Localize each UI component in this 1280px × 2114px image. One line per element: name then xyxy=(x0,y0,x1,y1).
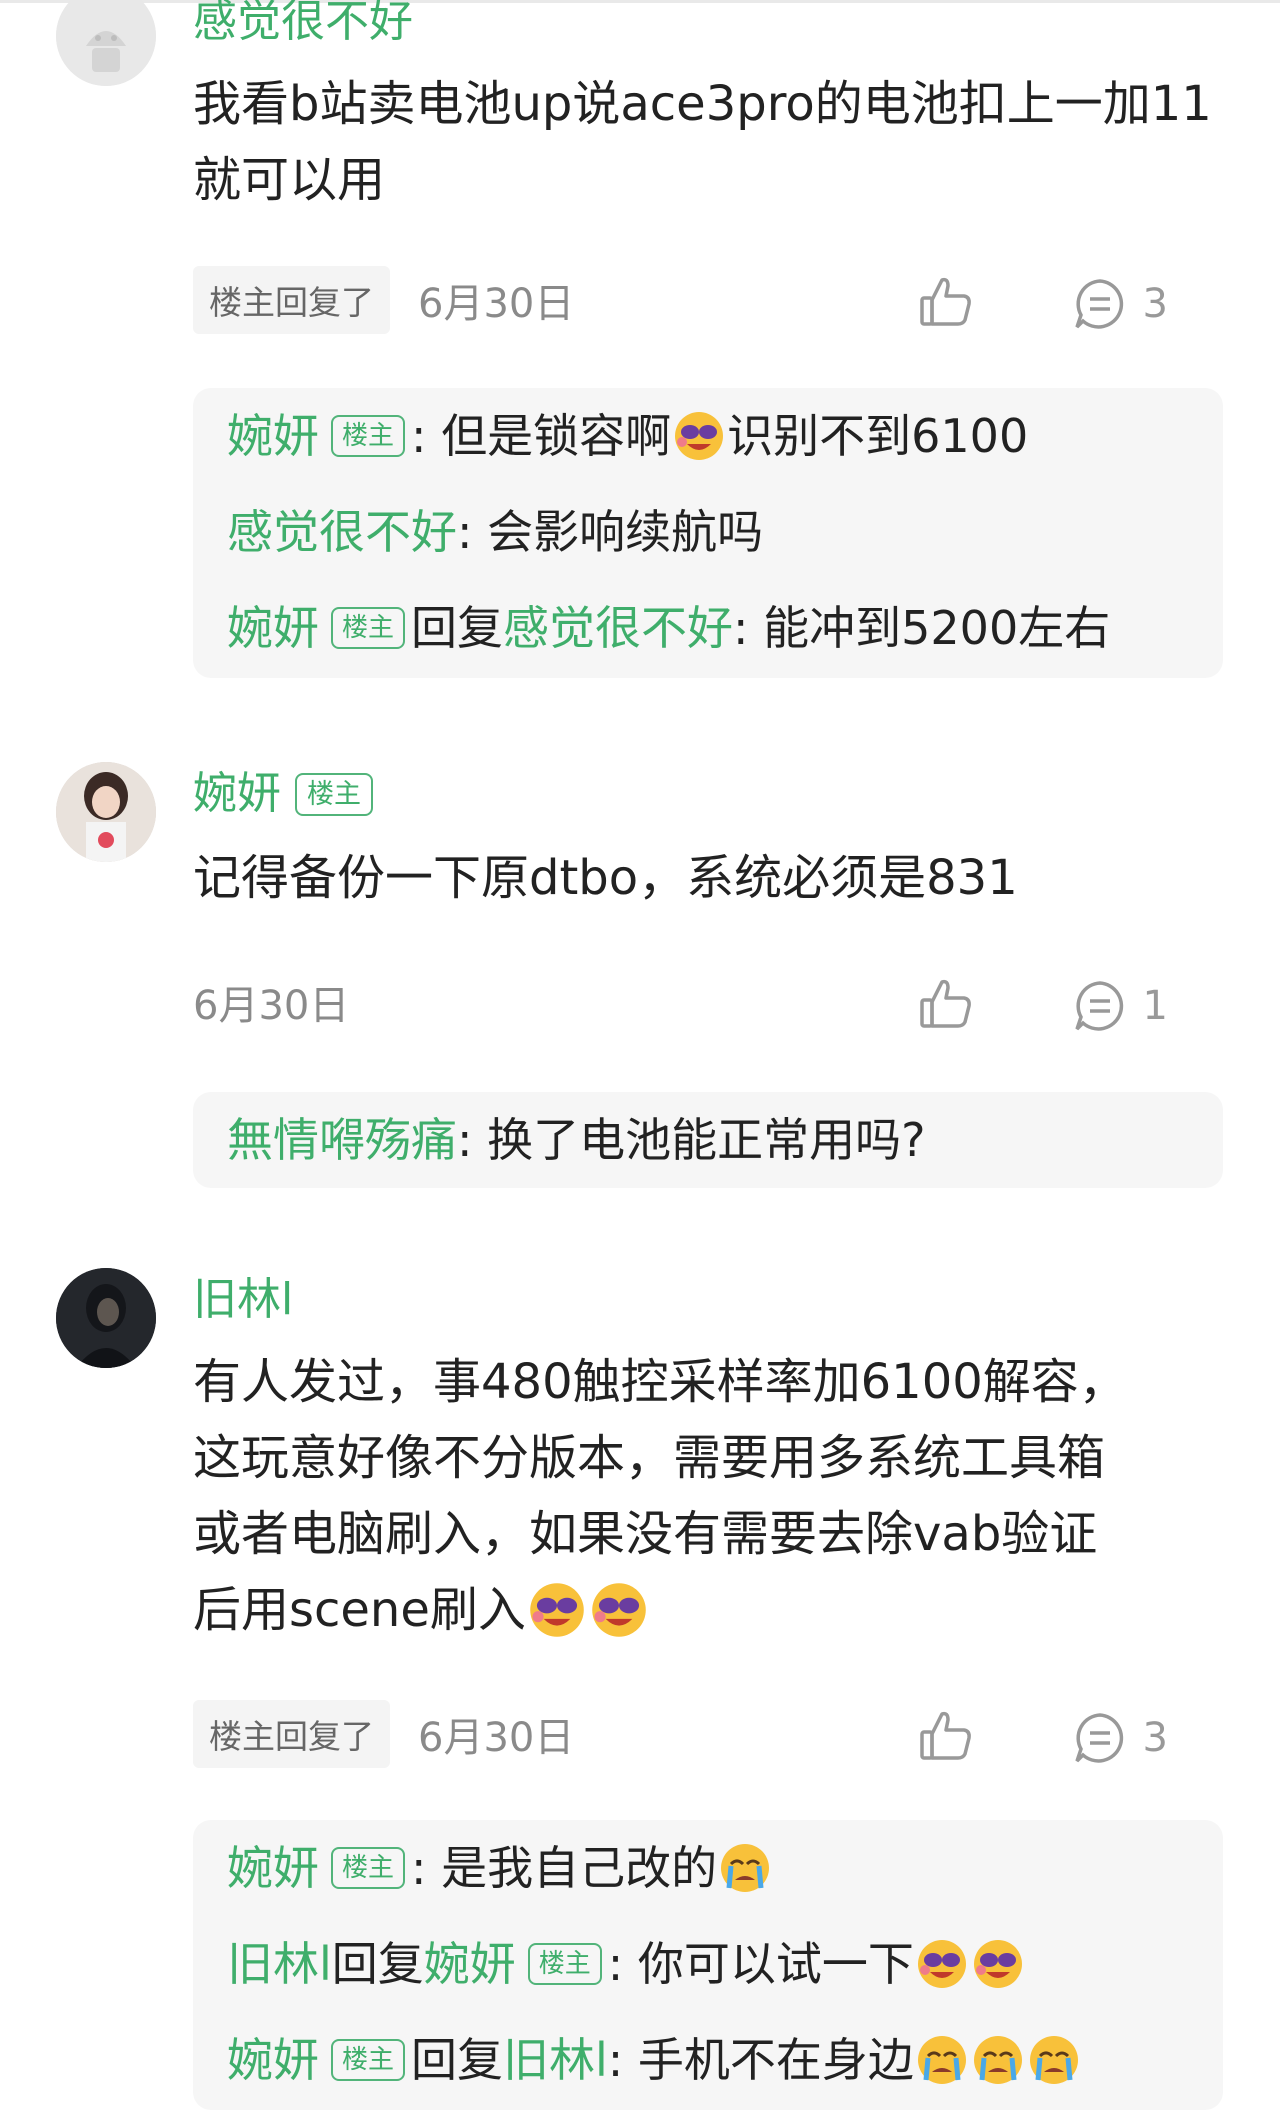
comment-date: 6月30日 xyxy=(418,281,575,327)
laughing-emoji xyxy=(973,1940,1022,1988)
reply-text: 手机不在身边 xyxy=(637,2033,914,2087)
comment-icon xyxy=(1074,1713,1123,1763)
user-avatar[interactable] xyxy=(56,1268,156,1368)
username-text[interactable]: 婉妍 xyxy=(193,772,281,816)
reply-username[interactable]: 感觉很不好 xyxy=(227,502,457,562)
op-badge: 楼主 xyxy=(295,772,373,816)
reply-target-username[interactable]: 婉妍 xyxy=(424,1934,516,1994)
comment-date: 6月30日 xyxy=(418,1715,575,1761)
comment-username[interactable]: 婉妍 楼主 xyxy=(193,772,373,816)
reply-username[interactable]: 無情嘚殇痛 xyxy=(227,1110,457,1170)
comment-text-line-content: 后用scene刷入 xyxy=(193,1582,526,1638)
default-avatar[interactable] xyxy=(56,0,156,86)
comment-text-line: 这玩意好像不分版本，需要用多系统工具箱 xyxy=(193,1430,1106,1486)
reply-item[interactable]: 無情嘚殇痛 : 换了电池能正常用吗? xyxy=(227,1110,1203,1170)
op-badge: 楼主 xyxy=(331,415,406,457)
thumb-up-icon[interactable] xyxy=(918,274,974,330)
reply-username[interactable]: 婉妍 xyxy=(227,1838,319,1898)
comment-text: 记得备份一下原dtbo，系统必须是831 xyxy=(193,850,1018,906)
comment-icon xyxy=(1074,981,1123,1031)
reply-text: 是我自己改的 xyxy=(441,1841,718,1895)
reply-text-after: 识别不到6100 xyxy=(727,409,1029,463)
reply-list: 婉妍 楼主 : 是我自己改的 旧林l 回复 婉妍 楼主 : 你可以试一下 婉妍 … xyxy=(193,1820,1223,2110)
op-badge: 楼主 xyxy=(331,607,406,649)
reply-target-username[interactable]: 感觉很不好 xyxy=(503,598,733,658)
reply-username[interactable]: 婉妍 xyxy=(227,2030,319,2090)
reply-count-button[interactable]: 3 xyxy=(1073,276,1168,332)
reply-count: 3 xyxy=(1142,1715,1168,1761)
reply-username[interactable]: 婉妍 xyxy=(227,406,319,466)
comment-icon xyxy=(1074,279,1123,329)
comment-meta: 楼主回复了 6月30日 3 xyxy=(193,266,1224,334)
user-avatar[interactable] xyxy=(56,762,156,862)
reply-list: 無情嘚殇痛 : 换了电池能正常用吗? xyxy=(193,1092,1223,1188)
laughing-emoji xyxy=(917,1940,966,1988)
reply-word: 回复 xyxy=(411,2033,504,2087)
comment-meta: 6月30日 1 xyxy=(193,972,1224,1032)
crying-emoji xyxy=(973,2036,1022,2084)
comment-text: 有人发过，事480触控采样率加6100解容， 这玩意好像不分版本，需要用多系统工… xyxy=(193,1344,1233,1648)
comment-text: 我看b站卖电池up说ace3pro的电池扣上一加11就可以用 xyxy=(193,76,1212,208)
reply-item[interactable]: 婉妍 楼主 回复 旧林l : 手机不在身边 xyxy=(227,2030,1203,2090)
comment-item: 旧林l 有人发过，事480触控采样率加6100解容， 这玩意好像不分版本，需要用… xyxy=(0,1268,1280,2114)
thumb-up-icon[interactable] xyxy=(918,1708,974,1764)
laughing-emoji xyxy=(592,1583,646,1637)
reply-list: 婉妍 楼主 : 但是锁容啊 识别不到6100 感觉很不好 : 会影响续航吗 婉妍… xyxy=(193,388,1223,678)
op-replied-tag: 楼主回复了 xyxy=(193,1700,390,1768)
reply-text: 换了电池能正常用吗? xyxy=(487,1113,926,1167)
op-badge: 楼主 xyxy=(331,2039,406,2081)
comment-item: 感觉很不好 我看b站卖电池up说ace3pro的电池扣上一加11就可以用 楼主回… xyxy=(0,0,1280,700)
reply-item[interactable]: 婉妍 楼主 : 但是锁容啊 识别不到6100 xyxy=(227,406,1203,466)
laughing-emoji xyxy=(530,1583,584,1637)
reply-item[interactable]: 感觉很不好 : 会影响续航吗 xyxy=(227,502,1203,562)
thumb-up-icon[interactable] xyxy=(918,976,974,1032)
comment-item: 婉妍 楼主 记得备份一下原dtbo，系统必须是831 6月30日 1 無情嘚殇痛… xyxy=(0,762,1280,1202)
op-replied-tag: 楼主回复了 xyxy=(193,266,390,334)
comment-text-line: 或者电脑刷入，如果没有需要去除vab验证 xyxy=(193,1506,1098,1562)
reply-text: 但是锁容啊 xyxy=(441,409,672,463)
comment-date: 6月30日 xyxy=(193,983,350,1029)
comment-meta: 楼主回复了 6月30日 3 xyxy=(193,1700,1224,1768)
laughing-emoji xyxy=(675,412,724,460)
reply-text: 你可以试一下 xyxy=(637,1937,914,1991)
reply-word: 回复 xyxy=(331,1937,424,1991)
reply-target-username[interactable]: 旧林l xyxy=(503,2030,608,2090)
reply-count: 1 xyxy=(1142,983,1168,1029)
reply-username[interactable]: 婉妍 xyxy=(227,598,319,658)
op-badge: 楼主 xyxy=(527,1943,602,1985)
reply-text: 能冲到5200左右 xyxy=(763,601,1111,655)
crying-emoji xyxy=(1029,2036,1078,2084)
reply-text: 会影响续航吗 xyxy=(487,505,764,559)
reply-username[interactable]: 旧林l xyxy=(227,1934,332,1994)
reply-count-button[interactable]: 1 xyxy=(1073,978,1168,1034)
reply-count-button[interactable]: 3 xyxy=(1073,1710,1168,1766)
comment-username[interactable]: 旧林l xyxy=(193,1278,293,1322)
crying-emoji xyxy=(721,1844,770,1892)
reply-item[interactable]: 婉妍 楼主 回复 感觉很不好 : 能冲到5200左右 xyxy=(227,598,1203,658)
comment-username[interactable]: 感觉很不好 xyxy=(193,0,413,44)
reply-count: 3 xyxy=(1142,281,1168,327)
comment-text-line: 有人发过，事480触控采样率加6100解容， xyxy=(193,1354,1127,1410)
comment-text-line: 后用scene刷入 xyxy=(193,1572,1233,1648)
op-badge: 楼主 xyxy=(331,1847,406,1889)
reply-item[interactable]: 旧林l 回复 婉妍 楼主 : 你可以试一下 xyxy=(227,1934,1203,1994)
crying-emoji xyxy=(917,2036,966,2084)
reply-word: 回复 xyxy=(411,601,504,655)
reply-item[interactable]: 婉妍 楼主 : 是我自己改的 xyxy=(227,1838,1203,1898)
